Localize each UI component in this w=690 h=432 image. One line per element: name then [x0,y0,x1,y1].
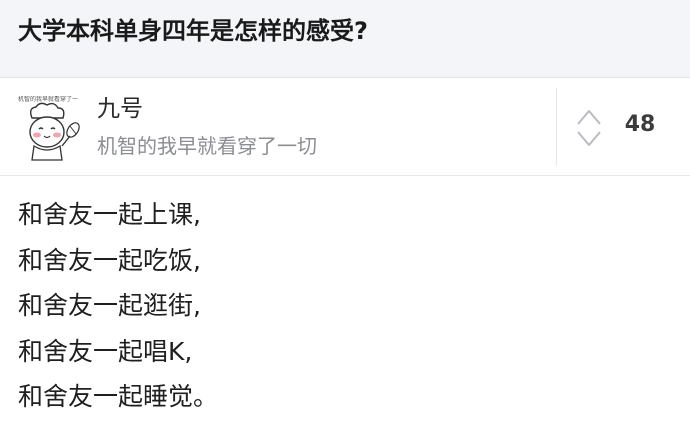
answer-page: 大学本科单身四年是怎样的感受? 机智的我早就看穿了一 九号 机智的我早就看穿了一… [0,0,690,432]
vote-up-down-arrows-icon[interactable] [575,107,603,149]
answer-line: 和舍友一起唱K, [18,336,193,366]
author-row[interactable]: 机智的我早就看穿了一 九号 机智的我早就看穿了一切 48 [0,78,690,176]
question-header[interactable]: 大学本科单身四年是怎样的感受? [0,0,690,78]
question-title[interactable]: 大学本科单身四年是怎样的感受? [18,14,368,48]
avatar-caption: 机智的我早就看穿了一 [17,96,78,103]
answer-body: 和舍友一起上课, 和舍友一起吃饭, 和舍友一起逛街, 和舍友一起唱K, 和舍友一… [18,192,678,420]
answer-line: 和舍友一起吃饭, [18,245,201,275]
author-name[interactable]: 九号 [97,94,143,124]
avatar[interactable]: 机智的我早就看穿了一 [14,96,82,162]
cartoon-chef-icon [29,102,80,161]
author-bio: 机智的我早就看穿了一切 [97,134,317,158]
vote-count: 48 [624,112,656,137]
answer-line: 和舍友一起逛街, [18,291,201,320]
vote-divider [556,88,557,166]
answer-line: 和舍友一起睡觉。 [18,382,219,411]
vote-up-down-arrows-icon-svg [577,110,601,146]
answer-line: 和舍友一起上课, [18,200,201,229]
